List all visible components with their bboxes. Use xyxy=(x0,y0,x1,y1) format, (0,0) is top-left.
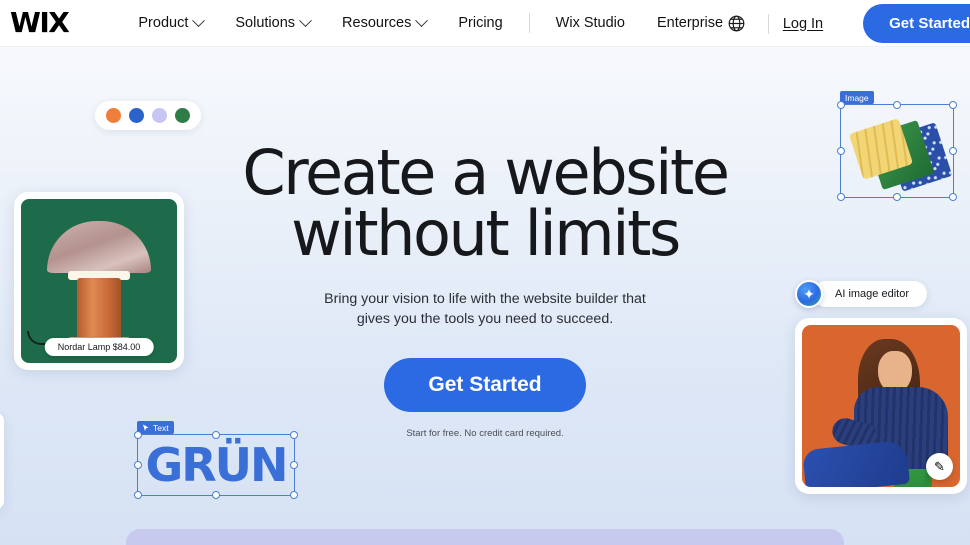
lamp-photo: Nordar Lamp $84.00 xyxy=(21,199,177,363)
nav-item-enterprise[interactable]: Enterprise xyxy=(641,9,739,37)
color-swatch-green[interactable] xyxy=(175,108,190,123)
nav-item-solutions[interactable]: Solutions xyxy=(219,9,326,37)
offscreen-card-left xyxy=(0,413,4,509)
resize-handle-bottom-left[interactable] xyxy=(837,193,845,201)
model-pants xyxy=(802,439,911,487)
nav-item-wix-studio-label: Wix Studio xyxy=(555,15,625,31)
login-link[interactable]: Log In xyxy=(783,16,823,32)
top-navigation-bar: WIX Product Solutions Resources Pricing … xyxy=(0,0,970,47)
sparkle-icon: ✦ xyxy=(795,280,823,308)
wix-homepage: WIX Product Solutions Resources Pricing … xyxy=(0,0,970,545)
color-palette-widget[interactable] xyxy=(95,101,201,130)
text-resize-handle-middle-left[interactable] xyxy=(134,461,142,469)
resize-handle-middle-left[interactable] xyxy=(837,147,845,155)
towels-image xyxy=(841,105,953,197)
nav-right-actions: Log In Get Started xyxy=(727,0,970,47)
text-resize-handle-bottom-left[interactable] xyxy=(134,491,142,499)
chevron-down-icon xyxy=(415,13,429,27)
nav-item-pricing-label: Pricing xyxy=(458,15,503,31)
ai-image-editor-label: AI image editor xyxy=(813,281,927,307)
grun-text: GRÜN xyxy=(145,438,288,492)
resize-handle-bottom-right[interactable] xyxy=(949,193,957,201)
globe-icon[interactable] xyxy=(727,14,746,33)
cursor-pin-icon xyxy=(143,424,149,431)
text-resize-handle-top-right[interactable] xyxy=(290,431,298,439)
ai-image-editor-pill[interactable]: ✦ AI image editor xyxy=(795,280,927,308)
bottom-panel-peek xyxy=(126,529,844,545)
text-selection-box[interactable]: Text GRÜN xyxy=(134,421,298,499)
get-started-button-hero[interactable]: Get Started xyxy=(384,357,586,412)
nav-item-resources[interactable]: Resources xyxy=(326,9,442,37)
nav-item-pricing[interactable]: Pricing xyxy=(442,9,518,37)
nav-item-wix-studio[interactable]: Wix Studio xyxy=(540,9,641,37)
color-swatch-orange[interactable] xyxy=(106,108,121,123)
nav-item-solutions-label: Solutions xyxy=(235,15,296,31)
resize-handle-top-center[interactable] xyxy=(893,101,901,109)
image-selection-box[interactable]: Image xyxy=(837,91,957,201)
text-resize-handle-bottom-right[interactable] xyxy=(290,491,298,499)
nav-divider xyxy=(528,13,530,33)
lamp-body xyxy=(77,278,121,340)
nav-item-enterprise-label: Enterprise xyxy=(656,15,724,31)
nav-links: Product Solutions Resources Pricing Wix … xyxy=(122,9,739,37)
image-selection-badge-label: Image xyxy=(845,92,869,103)
resize-handle-top-left[interactable] xyxy=(837,101,845,109)
text-resize-handle-top-left[interactable] xyxy=(134,431,142,439)
get-started-button-nav[interactable]: Get Started xyxy=(863,4,970,43)
text-resize-handle-bottom-center[interactable] xyxy=(212,491,220,499)
text-selection-badge: Text xyxy=(137,421,174,434)
wix-logo[interactable]: WIX xyxy=(10,9,70,37)
text-resize-handle-middle-right[interactable] xyxy=(290,461,298,469)
pencil-sparkle-icon[interactable]: ✎ xyxy=(926,453,953,480)
image-selection-badge: Image xyxy=(840,91,874,104)
resize-handle-top-right[interactable] xyxy=(949,101,957,109)
text-selection-badge-label: Text xyxy=(153,422,169,433)
chevron-down-icon xyxy=(299,13,312,27)
nav-divider-2 xyxy=(767,13,769,34)
color-swatch-blue[interactable] xyxy=(129,108,144,123)
text-resize-handle-top-center[interactable] xyxy=(212,431,220,439)
resize-handle-bottom-center[interactable] xyxy=(893,193,901,201)
product-card-lamp[interactable]: Nordar Lamp $84.00 xyxy=(14,192,184,370)
product-price-label: Nordar Lamp $84.00 xyxy=(44,338,154,356)
color-swatch-lavender[interactable] xyxy=(152,108,167,123)
lamp-shade xyxy=(47,221,151,273)
nav-item-product-label: Product xyxy=(138,15,189,31)
photo-card-model[interactable]: ✎ xyxy=(795,318,967,494)
chevron-down-icon xyxy=(192,13,206,27)
model-photo: ✎ xyxy=(802,325,960,487)
resize-handle-middle-right[interactable] xyxy=(949,147,957,155)
nav-item-resources-label: Resources xyxy=(342,15,412,31)
nav-item-product[interactable]: Product xyxy=(122,9,219,37)
